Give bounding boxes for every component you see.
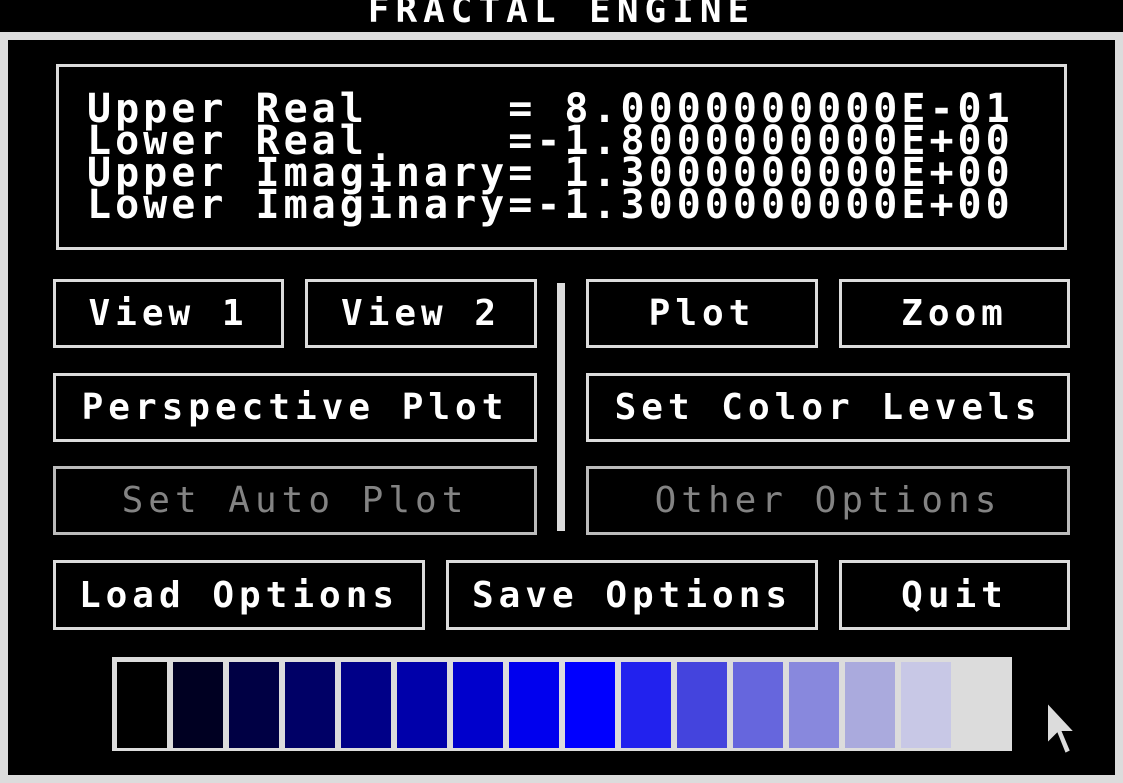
readout-value: -1.3000000000E+00 <box>536 182 1014 228</box>
color-swatch[interactable] <box>845 662 895 748</box>
save-options-button[interactable]: Save Options <box>446 560 818 630</box>
color-swatch[interactable] <box>229 662 279 748</box>
load-options-button[interactable]: Load Options <box>53 560 425 630</box>
mouse-pointer-icon <box>1046 700 1077 756</box>
readout-label: Lower Imaginary= <box>87 182 537 228</box>
color-swatch[interactable] <box>677 662 727 748</box>
set-auto-plot-button[interactable]: Set Auto Plot <box>53 466 537 535</box>
perspective-plot-button[interactable]: Perspective Plot <box>53 373 537 442</box>
view-2-button[interactable]: View 2 <box>305 279 537 348</box>
quit-button[interactable]: Quit <box>839 560 1070 630</box>
color-swatch[interactable] <box>285 662 335 748</box>
app-title: FRACTAL ENGINE <box>367 0 756 31</box>
color-swatch[interactable] <box>173 662 223 748</box>
other-options-button[interactable]: Other Options <box>586 466 1070 535</box>
color-swatch[interactable] <box>621 662 671 748</box>
zoom-button[interactable]: Zoom <box>839 279 1070 348</box>
color-swatch[interactable] <box>957 657 1012 751</box>
color-swatch[interactable] <box>397 662 447 748</box>
color-swatch[interactable] <box>117 662 167 748</box>
color-swatch[interactable] <box>509 662 559 748</box>
color-swatch[interactable] <box>341 662 391 748</box>
color-swatch[interactable] <box>901 662 951 748</box>
plot-button[interactable]: Plot <box>586 279 818 348</box>
column-divider <box>557 283 565 531</box>
set-color-levels-button[interactable]: Set Color Levels <box>586 373 1070 442</box>
coordinates-readout: Upper Real = 8.0000000000E-01 Lower Real… <box>56 64 1067 250</box>
color-swatch[interactable] <box>565 662 615 748</box>
color-palette[interactable] <box>112 657 1012 751</box>
color-swatch[interactable] <box>733 662 783 748</box>
readout-row-lower-imaginary: Lower Imaginary=-1.3000000000E+00 <box>87 185 1014 225</box>
color-swatch[interactable] <box>453 662 503 748</box>
view-1-button[interactable]: View 1 <box>53 279 284 348</box>
color-swatch[interactable] <box>789 662 839 748</box>
